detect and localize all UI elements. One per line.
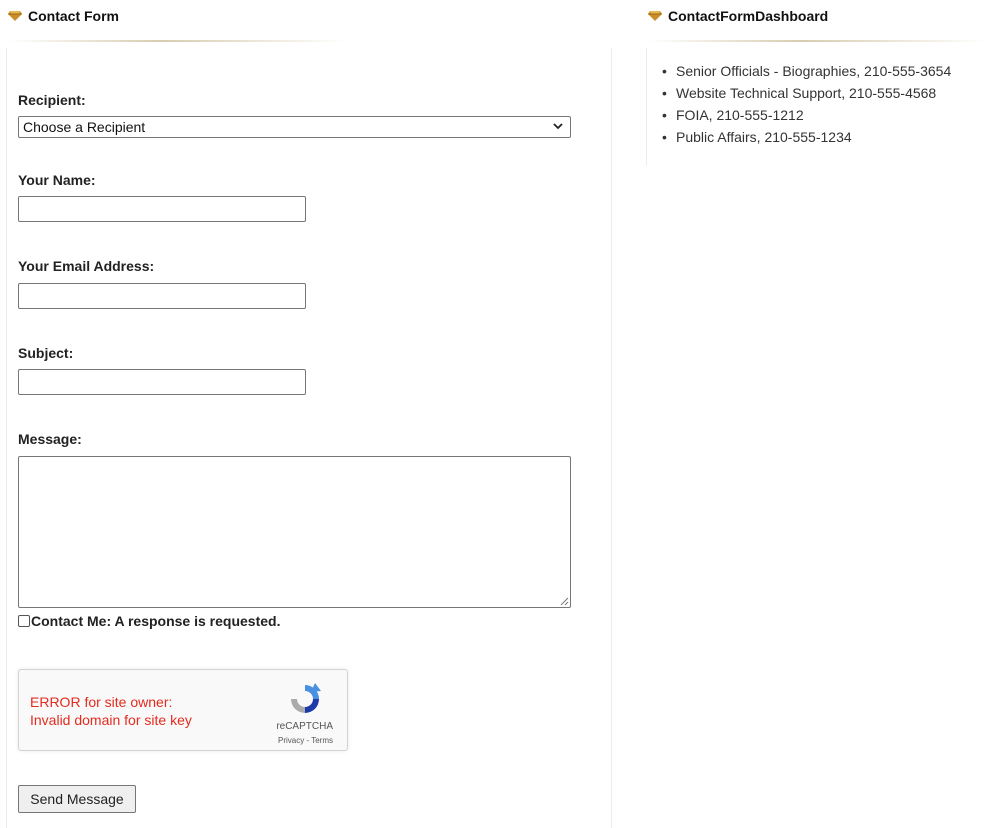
- dashboard-header: ContactFormDashboard: [648, 8, 828, 24]
- send-message-button[interactable]: Send Message: [18, 785, 136, 813]
- resize-grip-icon[interactable]: [559, 596, 569, 606]
- contact-form-title: Contact Form: [28, 8, 119, 24]
- recaptcha-brand: reCAPTCHA: [276, 721, 333, 732]
- contact-me-label: Contact Me: A response is requested.: [31, 613, 281, 629]
- name-input[interactable]: [18, 196, 306, 222]
- header-divider: [8, 40, 348, 42]
- column-divider: [611, 48, 612, 828]
- list-item: Website Technical Support, 210-555-4568: [662, 82, 951, 104]
- message-label: Message:: [18, 431, 82, 447]
- recaptcha-error-line1: ERROR for site owner:: [30, 694, 173, 710]
- dashboard-list: Senior Officials - Biographies, 210-555-…: [662, 60, 951, 148]
- contact-me-checkbox[interactable]: [18, 615, 30, 627]
- gem-icon: [648, 11, 662, 21]
- subject-label: Subject:: [18, 345, 74, 361]
- contact-me-row: Contact Me: A response is requested.: [18, 613, 280, 629]
- recipient-select-value: Choose a Recipient: [23, 119, 146, 135]
- list-item: Public Affairs, 210-555-1234: [662, 126, 951, 148]
- left-border: [6, 48, 7, 828]
- email-label: Your Email Address:: [18, 258, 155, 274]
- list-item: Senior Officials - Biographies, 210-555-…: [662, 60, 951, 82]
- chevron-down-icon: [553, 123, 563, 130]
- dashboard-divider: [648, 40, 988, 42]
- subject-input[interactable]: [18, 369, 306, 395]
- dashboard-title: ContactFormDashboard: [668, 8, 829, 24]
- recaptcha-links[interactable]: Privacy - Terms: [278, 736, 333, 745]
- recaptcha-error-line2: Invalid domain for site key: [30, 712, 192, 728]
- name-label: Your Name:: [18, 172, 96, 188]
- email-input[interactable]: [18, 283, 306, 309]
- recaptcha-widget: ERROR for site owner: Invalid domain for…: [18, 669, 348, 751]
- dashboard-border: [646, 48, 647, 166]
- recipient-label: Recipient:: [18, 92, 86, 108]
- recaptcha-error: ERROR for site owner: Invalid domain for…: [30, 693, 192, 729]
- gem-icon: [8, 11, 22, 21]
- list-item: FOIA, 210-555-1212: [662, 104, 951, 126]
- contact-form-header: Contact Form: [8, 8, 119, 24]
- recipient-select[interactable]: Choose a Recipient: [18, 116, 571, 138]
- message-textarea[interactable]: [18, 456, 571, 608]
- recaptcha-logo-icon: [291, 683, 321, 713]
